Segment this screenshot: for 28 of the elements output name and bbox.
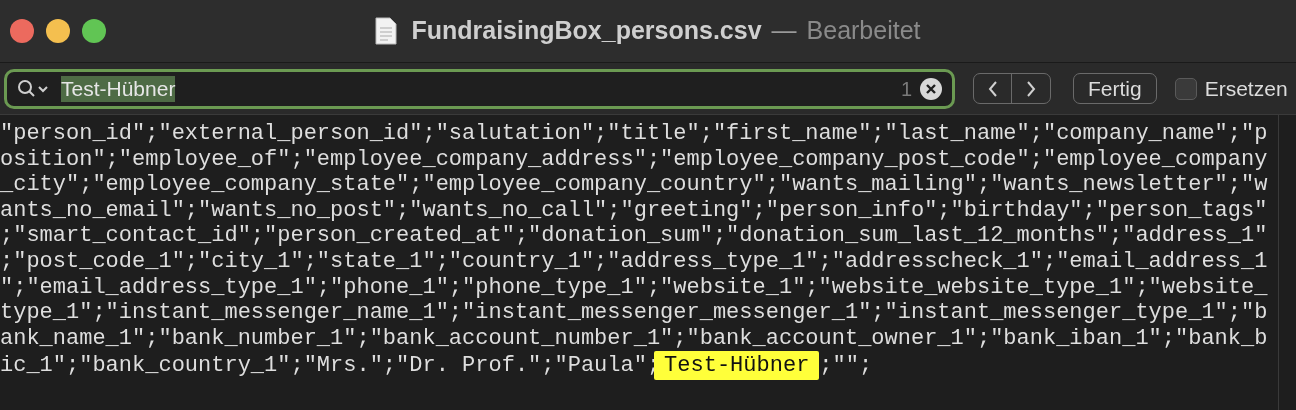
zoom-button[interactable] <box>82 19 106 43</box>
window-title: FundraisingBox_persons.csv <box>411 15 762 47</box>
text-line: _city";"employee_company_state";"employee_company_country";"wants_mailing";"wants_newsletter";"w <box>0 172 1268 198</box>
text-line: ank_name_1";"bank_number_1";"bank_account_number_1";"bank_account_owner_1";"bank_iban_1";"bank_b <box>0 325 1268 352</box>
text-line: osition";"employee_of";"employee_company_address";"employee_company_post_code";"employee_company <box>0 146 1268 173</box>
search-icon <box>17 78 49 99</box>
search-match: Test-Hübner <box>654 351 820 381</box>
match-count: 1 <box>900 76 912 102</box>
text-line: ;""; <box>819 353 873 379</box>
document-icon <box>375 17 398 45</box>
text-line: type_1";"instant_messenger_name_1";"instant_messenger_messenger_1";"instant_messenger_type_1";"b <box>0 300 1268 326</box>
text-line: ;"smart_contact_id";"person_created_at";"donation_sum";"donation_sum_last_12_months";"address_1" <box>0 223 1268 249</box>
chevron-left-icon <box>987 79 998 98</box>
document-status: Bearbeitet <box>806 15 921 47</box>
search-query: Test-Hübner <box>61 75 176 102</box>
replace-checkbox[interactable] <box>1174 77 1197 100</box>
text-line: ants_no_email";"wants_no_post";"wants_no_call";"greeting";"person_info";"birthday";"person_tags" <box>0 197 1268 224</box>
text-line: ;"post_code_1";"city_1";"state_1";"country_1";"address_type_1";"addresscheck_1";"email_address_1 <box>0 248 1268 275</box>
replace-label: Ersetzen <box>1204 75 1288 102</box>
clear-icon[interactable] <box>920 77 942 100</box>
done-button[interactable]: Fertig <box>1073 73 1157 104</box>
text-line: ";"email_address_type_1";"phone_1";"phone_type_1";"website_1";"website_website_type_1";"website_ <box>0 274 1268 301</box>
text-line: "person_id";"external_person_id";"salutation";"title";"first_name";"last_name";"company_name";"p <box>0 121 1268 147</box>
search-field[interactable]: Test-Hübner 1 <box>4 68 955 109</box>
minimize-button[interactable] <box>46 19 70 43</box>
chevron-right-icon <box>1026 79 1036 98</box>
title-separator: — <box>771 15 797 47</box>
close-button[interactable] <box>10 19 34 43</box>
